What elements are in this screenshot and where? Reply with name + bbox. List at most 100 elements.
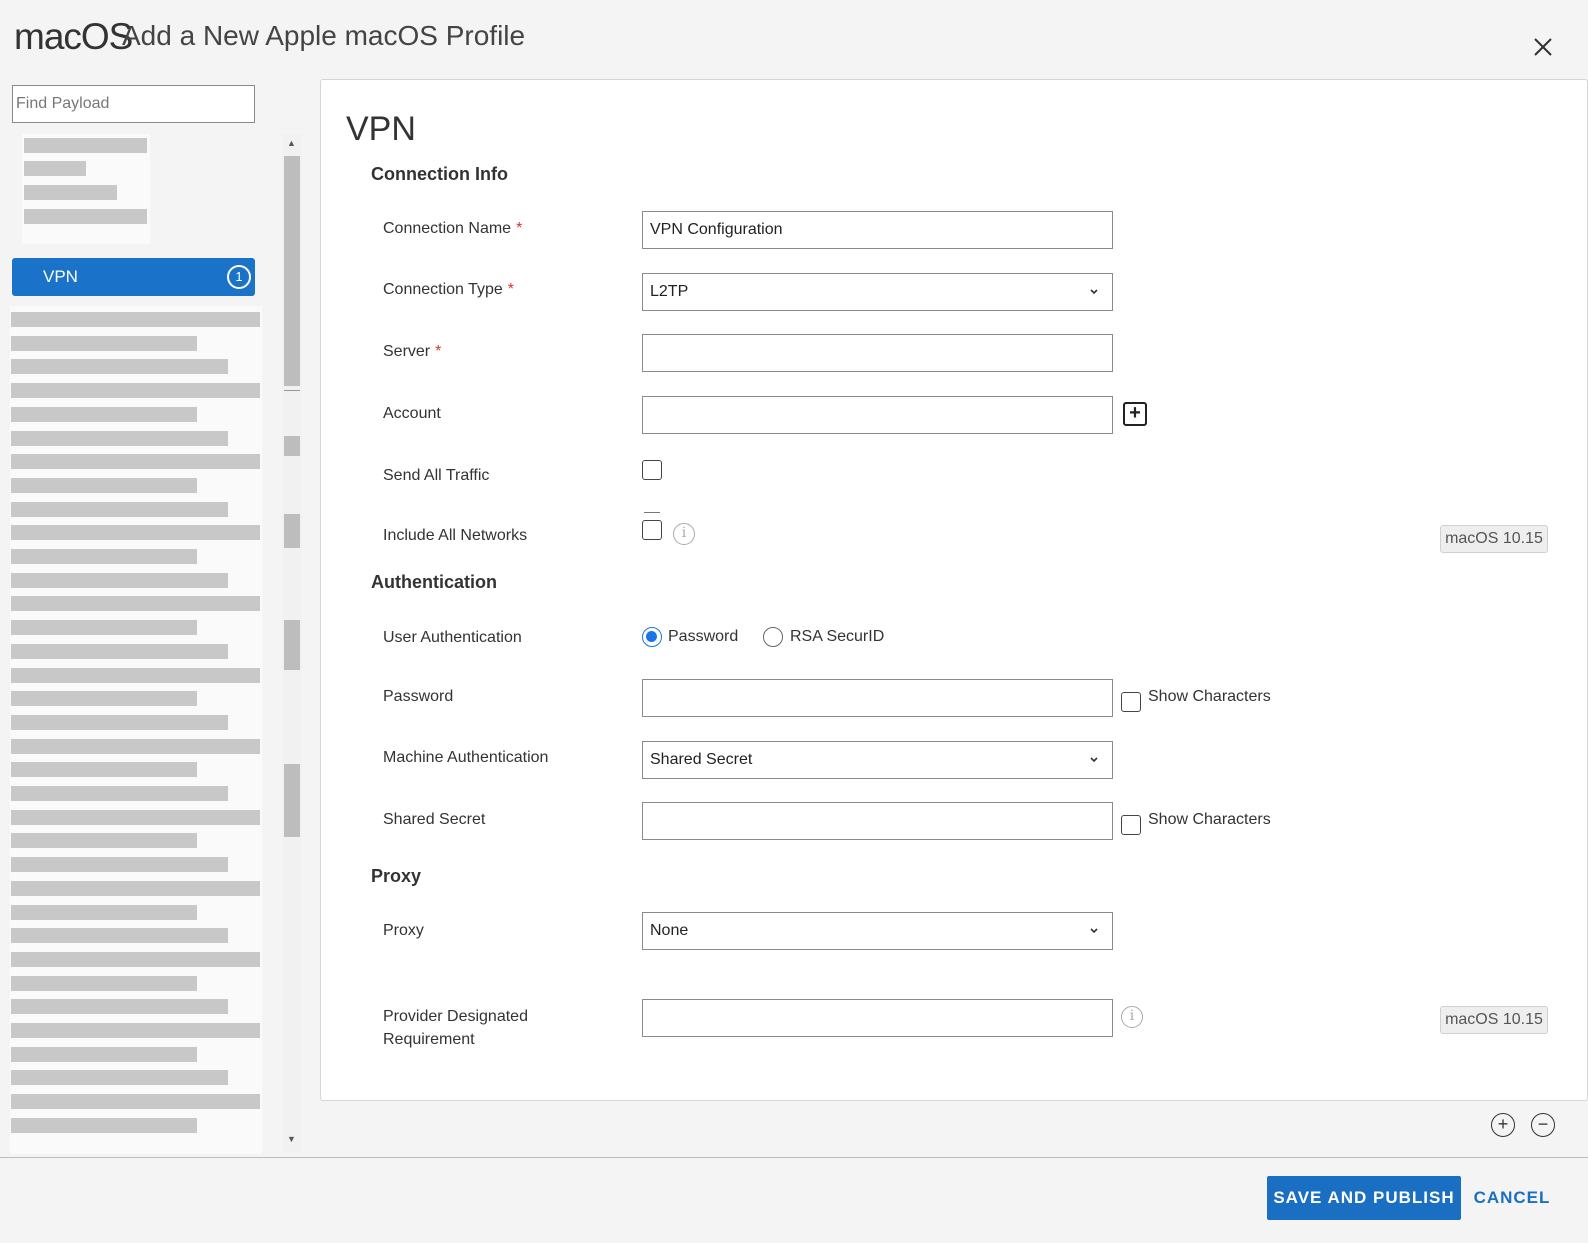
list-item[interactable]	[11, 951, 260, 967]
list-item[interactable]	[11, 501, 228, 517]
list-item[interactable]	[24, 161, 86, 176]
list-item[interactable]	[11, 809, 260, 825]
list-item[interactable]	[11, 312, 260, 327]
chevron-down-icon	[1090, 928, 1098, 934]
section-authentication: Authentication	[371, 572, 497, 592]
proxy-label: Proxy	[383, 922, 424, 939]
include-all-networks-label: Include All Networks	[383, 527, 528, 544]
list-item[interactable]	[11, 549, 197, 564]
chevron-down-icon	[1090, 289, 1098, 295]
list-item[interactable]	[11, 1070, 228, 1086]
save-and-publish-button[interactable]: SAVE AND PUBLISH	[1267, 1176, 1461, 1220]
sidebar-item-label: VPN	[43, 267, 78, 286]
list-item[interactable]	[11, 762, 197, 778]
list-item[interactable]	[11, 691, 197, 707]
list-item[interactable]	[11, 359, 228, 375]
list-item[interactable]	[11, 1023, 260, 1038]
user-authentication-label: User Authentication	[383, 629, 522, 646]
list-item[interactable]	[11, 786, 228, 801]
list-item[interactable]	[24, 209, 147, 224]
password-radio-label[interactable]: Password	[668, 628, 738, 646]
include-all-networks-checkbox[interactable]	[642, 520, 662, 540]
connection-type-label: Connection Type *	[383, 281, 515, 298]
provider-requirement-label: Provider Designated Requirement	[383, 1008, 528, 1048]
required-marker: *	[516, 220, 523, 237]
section-proxy: Proxy	[371, 866, 422, 886]
add-icon[interactable]: +	[1123, 402, 1147, 426]
required-marker: *	[507, 281, 515, 298]
list-item[interactable]	[11, 430, 228, 446]
provider-requirement-input[interactable]	[642, 999, 1113, 1037]
list-item[interactable]	[24, 138, 147, 153]
find-payload-input[interactable]	[12, 85, 255, 123]
list-item[interactable]	[11, 454, 260, 470]
select-value: Shared Secret	[650, 751, 753, 768]
list-item[interactable]	[11, 1117, 197, 1133]
list-item[interactable]	[11, 904, 197, 920]
password-input[interactable]	[642, 679, 1113, 717]
macos-logo: macOS	[14, 16, 133, 57]
required-marker: *	[435, 343, 442, 360]
list-item[interactable]	[11, 833, 197, 849]
add-payload-icon[interactable]: +	[1491, 1113, 1515, 1137]
connection-type-select[interactable]: L2TP	[642, 273, 1113, 311]
machine-authentication-select[interactable]: Shared Secret	[642, 741, 1113, 779]
list-item[interactable]	[11, 643, 228, 659]
show-characters-label[interactable]: Show Characters	[1148, 811, 1271, 829]
list-item[interactable]	[11, 406, 197, 422]
list-item[interactable]	[11, 928, 228, 944]
connection-name-label: Connection Name *	[383, 220, 523, 237]
shared-secret-input[interactable]	[642, 802, 1113, 840]
scrollbar-marker	[284, 764, 300, 837]
connection-name-input[interactable]	[642, 211, 1113, 249]
show-characters-checkbox[interactable]	[1121, 815, 1141, 835]
sidebar-item-vpn[interactable]: VPN 1	[12, 258, 255, 296]
close-icon[interactable]	[1530, 34, 1556, 60]
list-item[interactable]	[11, 999, 228, 1015]
sidebar-scrollbar[interactable]: ▲ ▼	[282, 134, 302, 1152]
info-icon[interactable]: i	[673, 523, 695, 545]
list-item[interactable]	[11, 1094, 260, 1110]
list-item[interactable]	[11, 667, 260, 683]
server-label: Server *	[383, 343, 442, 360]
list-item[interactable]	[11, 335, 197, 351]
rsa-securid-radio[interactable]	[763, 627, 783, 647]
os-version-tag: macOS 10.15	[1440, 525, 1548, 553]
list-item[interactable]	[11, 1046, 197, 1062]
proxy-select[interactable]: None	[642, 912, 1113, 950]
select-value: L2TP	[650, 283, 689, 300]
list-item[interactable]	[11, 738, 260, 754]
payload-title: VPN	[346, 110, 416, 148]
vpn-settings-panel: VPN Connection Info Connection Name* Con…	[320, 79, 1588, 1101]
server-input[interactable]	[642, 334, 1113, 372]
send-all-traffic-checkbox[interactable]	[642, 460, 662, 480]
scroll-up-icon[interactable]: ▲	[287, 138, 296, 148]
list-item[interactable]	[11, 572, 228, 588]
show-characters-checkbox[interactable]	[1121, 692, 1141, 712]
account-label: Account	[383, 405, 441, 422]
info-icon[interactable]: i	[1121, 1006, 1143, 1028]
scrollbar-thumb[interactable]	[284, 156, 300, 386]
remove-payload-icon[interactable]: −	[1531, 1113, 1555, 1137]
list-item[interactable]	[24, 185, 117, 200]
list-item[interactable]	[11, 596, 260, 612]
list-item[interactable]	[11, 880, 260, 896]
account-input[interactable]	[642, 396, 1113, 434]
list-item[interactable]	[11, 620, 197, 636]
rsa-securid-radio-label[interactable]: RSA SecurID	[790, 628, 884, 646]
list-item[interactable]	[11, 714, 228, 730]
scroll-down-icon[interactable]: ▼	[287, 1134, 296, 1144]
password-radio[interactable]	[642, 627, 662, 647]
list-item[interactable]	[11, 383, 260, 399]
cancel-button[interactable]: CANCEL	[1470, 1176, 1554, 1220]
machine-authentication-label: Machine Authentication	[383, 749, 549, 766]
list-item[interactable]	[11, 857, 228, 873]
shared-secret-label: Shared Secret	[383, 811, 486, 828]
scrollbar-marker	[284, 514, 300, 548]
list-item[interactable]	[11, 525, 260, 541]
list-item[interactable]	[11, 477, 197, 493]
os-version-tag: macOS 10.15	[1440, 1006, 1548, 1034]
list-item[interactable]	[11, 975, 197, 991]
show-characters-label[interactable]: Show Characters	[1148, 688, 1271, 706]
section-connection-info: Connection Info	[371, 164, 508, 184]
